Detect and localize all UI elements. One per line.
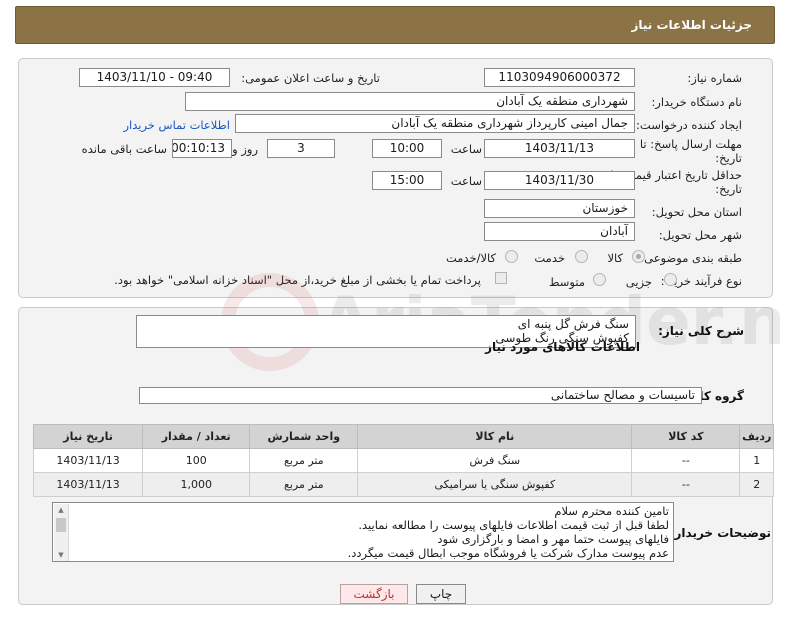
col-code: کد کالا <box>631 424 741 449</box>
col-name: نام کالا <box>357 424 633 449</box>
city-label: شهر محل تحویل: <box>658 228 742 242</box>
buyer-note-line-2: لطفا قبل از ثبت قیمت اطلاعات فایلهای پیو… <box>358 518 669 532</box>
province-field[interactable]: خوزستان <box>484 199 635 218</box>
scroll-thumb[interactable] <box>56 518 66 532</box>
validity-time-label: ساعت <box>450 174 482 188</box>
deadline-date-field[interactable]: 1403/11/13 <box>484 139 635 158</box>
requester-label: ایجاد کننده درخواست: <box>636 118 742 132</box>
goods-info-title: اطلاعات کالاهای مورد نیاز <box>485 340 640 354</box>
cell-unit: متر مربع <box>249 472 359 497</box>
cell-name: سنگ فرش <box>357 448 633 473</box>
treasury-checkbox[interactable] <box>495 272 507 284</box>
announce-field[interactable]: 1403/11/10 - 09:40 <box>79 68 230 87</box>
scroll-up-icon[interactable]: ▲ <box>56 505 66 515</box>
process-radio-medium[interactable] <box>593 273 606 286</box>
city-field[interactable]: آبادان <box>484 222 635 241</box>
category-label: طبقه بندی موضوعی: <box>640 251 742 265</box>
category-radio-goods[interactable] <box>632 250 645 263</box>
back-button[interactable]: بازگشت <box>340 584 408 604</box>
general-desc-label: شرح کلی نیاز: <box>658 324 744 338</box>
scroll-down-icon[interactable]: ▼ <box>56 550 66 560</box>
process-radio-minor[interactable] <box>664 273 677 286</box>
cell-name: کفپوش سنگی یا سرامیکی <box>357 472 633 497</box>
category-radio-goods-service[interactable] <box>505 250 518 263</box>
cell-code: -- <box>631 448 741 473</box>
table-row[interactable]: 1 -- سنگ فرش متر مربع 100 1403/11/13 <box>32 448 774 473</box>
notes-scrollbar[interactable]: ▲ ▼ <box>54 504 69 561</box>
province-label: استان محل تحویل: <box>651 205 742 219</box>
page-title-bar: جزئیات اطلاعات نیاز <box>15 6 775 44</box>
process-option-minor: جزیی <box>625 275 652 289</box>
category-radio-service[interactable] <box>575 250 588 263</box>
remaining-time-field[interactable]: 00:10:13 <box>172 139 232 158</box>
days-field[interactable]: 3 <box>267 139 335 158</box>
cell-code: -- <box>631 472 741 497</box>
cell-row: 2 <box>739 472 774 497</box>
need-number-field[interactable]: 1103094906000372 <box>484 68 635 87</box>
process-option-medium: متوسط <box>548 275 585 289</box>
buyer-note-line-3: فایلهای پیوست حتما مهر و امضا و بارگزاری… <box>437 532 669 546</box>
buyer-org-field[interactable]: شهرداری منطقه یک آبادان <box>185 92 635 111</box>
deadline-time-field[interactable]: 10:00 <box>372 139 442 158</box>
buyer-notes-label: توضیحات خریدار: <box>669 526 771 540</box>
requester-field[interactable]: جمال امینی کارپرداز شهرداری منطقه یک آبا… <box>235 114 635 133</box>
general-desc-line-1: سنگ فرش گل پنبه ای <box>517 317 629 331</box>
buyer-notes-field[interactable]: ▲ ▼ تامین کننده محترم سلام لطفا قبل از ث… <box>52 502 674 562</box>
treasury-note: پرداخت تمام یا بخشی از مبلغ خرید،از محل … <box>114 273 481 287</box>
print-button[interactable]: چاپ <box>416 584 466 604</box>
days-label: روز و <box>232 142 258 156</box>
cell-date: 1403/11/13 <box>32 472 144 497</box>
remaining-label: ساعت باقی مانده <box>81 142 167 156</box>
cell-qty: 1,000 <box>142 472 251 497</box>
cell-unit: متر مربع <box>249 448 359 473</box>
goods-table: ردیف کد کالا نام کالا واحد شمارش تعداد /… <box>32 424 774 497</box>
validity-date-field[interactable]: 1403/11/30 <box>484 171 635 190</box>
deadline-label: مهلت ارسال پاسخ: تا تاریخ: <box>639 137 742 165</box>
need-number-label: شماره نیاز: <box>687 71 742 85</box>
col-date: تاریخ نیاز <box>32 424 144 449</box>
cell-date: 1403/11/13 <box>32 448 144 473</box>
goods-table-header: ردیف کد کالا نام کالا واحد شمارش تعداد /… <box>32 424 774 449</box>
announce-label: تاریخ و ساعت اعلان عمومی: <box>241 71 380 85</box>
buyer-note-line-4: عدم پیوست مدارک شرکت یا فروشگاه موجب ابط… <box>347 546 669 560</box>
cell-qty: 100 <box>142 448 251 473</box>
category-option-goods: کالا <box>607 251 623 265</box>
col-unit: واحد شمارش <box>249 424 359 449</box>
table-row[interactable]: 2 -- کفپوش سنگی یا سرامیکی متر مربع 1,00… <box>32 472 774 497</box>
deadline-time-label: ساعت <box>450 142 482 156</box>
category-option-goods-service: کالا/خدمت <box>445 251 496 265</box>
cell-row: 1 <box>739 448 774 473</box>
validity-time-field[interactable]: 15:00 <box>372 171 442 190</box>
col-row: ردیف <box>739 424 774 449</box>
buyer-org-label: نام دستگاه خریدار: <box>651 95 742 109</box>
contact-buyer-link[interactable]: اطلاعات تماس خریدار <box>123 118 230 132</box>
col-qty: تعداد / مقدار <box>142 424 251 449</box>
category-option-service: خدمت <box>534 251 565 265</box>
page-title: جزئیات اطلاعات نیاز <box>631 18 752 32</box>
goods-group-field[interactable]: تاسیسات و مصالح ساختمانی <box>139 387 702 404</box>
buyer-note-line-1: تامین کننده محترم سلام <box>554 504 669 518</box>
